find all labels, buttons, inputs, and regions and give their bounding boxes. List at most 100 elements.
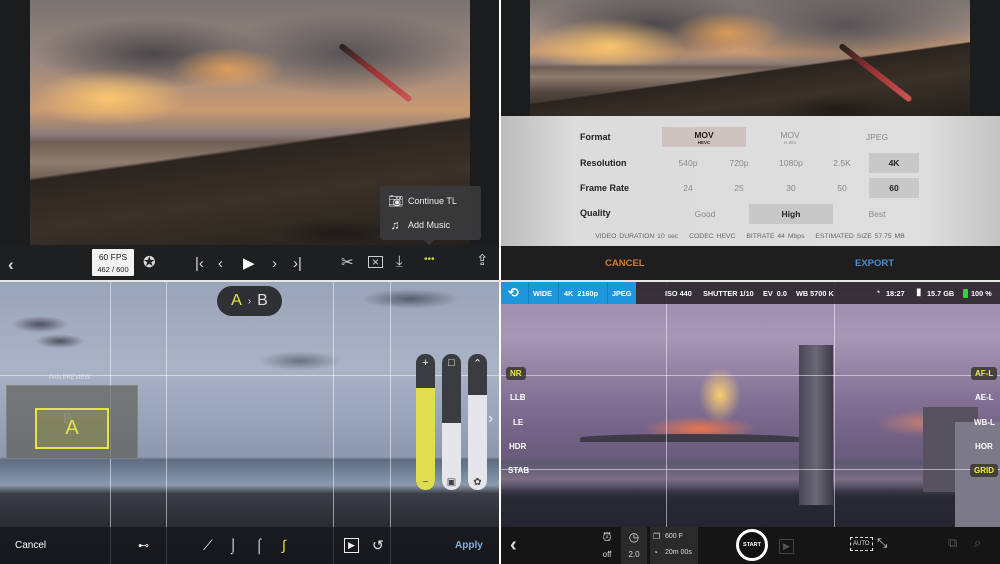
format-option-jpeg[interactable]: JPEG <box>835 127 919 147</box>
stab-toggle[interactable]: STAB <box>504 464 533 477</box>
building <box>955 422 1000 532</box>
duration-control[interactable]: ❐ 600 F ◔ 20m 00s <box>650 527 698 564</box>
gallery-icon[interactable]: ▶ <box>779 539 794 554</box>
share-icon[interactable]: ⇪ <box>476 253 489 268</box>
duration-summary: VIDEO DURATION 10 sec <box>595 233 678 240</box>
resolution-label: Resolution <box>580 158 627 168</box>
bitrate-value: 44 Mbps <box>777 233 805 240</box>
apply-button[interactable]: Apply <box>455 540 483 551</box>
delete-frames-icon[interactable]: × <box>368 256 383 268</box>
cancel-button[interactable]: CANCEL <box>605 258 645 269</box>
quality-option-high[interactable]: High <box>749 204 833 224</box>
white-balance-readout[interactable]: WB 5700 K <box>796 289 834 298</box>
resolution-option-4k[interactable]: 4K <box>869 153 919 173</box>
flower-macro-icon: ✿ <box>473 477 482 488</box>
resolution-option-720p[interactable]: 720p <box>715 153 763 173</box>
focus-slider-fill <box>468 394 487 490</box>
divider <box>558 282 559 304</box>
resolution-option-540p[interactable]: 540p <box>664 153 712 173</box>
lens-selector[interactable]: WIDE <box>533 289 552 298</box>
frame-rate-option-25[interactable]: 25 <box>715 178 763 198</box>
frame-rate-option-60[interactable]: 60 <box>869 178 919 198</box>
ease-in-out-curve-icon[interactable]: ∫ <box>282 537 286 553</box>
back-chevron-icon[interactable]: ‹ <box>510 534 517 557</box>
format-selector[interactable]: JPEG <box>612 289 631 298</box>
le-toggle[interactable]: LE <box>509 416 527 429</box>
self-timer-control[interactable]: ⏰︎ off <box>596 527 618 564</box>
frame-rate-option-24[interactable]: 24 <box>664 178 712 198</box>
save-icon[interactable]: ⤓ <box>396 254 403 269</box>
divider <box>528 282 529 304</box>
shutter-readout[interactable]: SHUTTER 1/10 <box>703 289 754 298</box>
frame-size-slider[interactable]: □ ▣ <box>442 354 461 490</box>
export-button[interactable]: EXPORT <box>855 258 894 269</box>
frame-rate-option-50[interactable]: 50 <box>818 178 866 198</box>
ae-lock-toggle[interactable]: AE-L <box>971 391 998 404</box>
expand-collapse-icon[interactable]: ⤡ <box>877 535 887 551</box>
focus-slider[interactable]: ⌃ ✿ <box>468 354 487 490</box>
format-option-mov-h264[interactable]: MOV H.264 <box>748 127 832 147</box>
minus-icon: − <box>422 477 429 488</box>
horizon-toggle[interactable]: HOR <box>971 440 997 453</box>
reset-icon[interactable]: ↺ <box>372 537 384 554</box>
quality-option-best[interactable]: Best <box>836 204 918 224</box>
grid-line <box>500 375 1000 376</box>
dumbbell-icon[interactable]: ⊷ <box>138 539 149 552</box>
grid-line <box>834 282 835 564</box>
cancel-button[interactable]: Cancel <box>15 540 46 551</box>
clock-icon: ◔ <box>875 287 881 297</box>
resolution-option-2-5k[interactable]: 2.5K <box>818 153 866 173</box>
sunset-video-preview <box>530 0 970 116</box>
codec-value: HEVC <box>716 233 736 240</box>
back-chevron-icon[interactable]: ‹ <box>8 256 14 273</box>
camera-bottom-bar: ‹ ⏰︎ off ◷ 2.0 ❐ 600 F ◔ 20m 00s START ▶… <box>500 527 1000 564</box>
start-button[interactable]: START <box>736 529 768 561</box>
auto-focus-icon[interactable]: AUTO <box>850 537 873 551</box>
switch-camera-icon[interactable]: ⟲ <box>508 285 519 301</box>
a-to-b-toggle[interactable]: A › B <box>217 286 282 316</box>
ease-out-curve-icon[interactable]: ⌠ <box>255 537 263 553</box>
frame-rate-option-30[interactable]: 30 <box>767 178 815 198</box>
popup-item-continue-tl[interactable]: 📷︎ Continue TL <box>388 194 457 208</box>
quadrant-divider-horizontal <box>0 280 1000 282</box>
grid-line <box>390 282 391 564</box>
ev-readout[interactable]: EV 0.0 <box>763 289 787 298</box>
fps-frame-counter[interactable]: 60 FPS 462 / 600 <box>92 249 134 276</box>
linear-curve-icon[interactable]: ⟋ <box>203 537 213 554</box>
pan-zoom-editor-panel: A › B PAN PREVIEW B A + − □ ▣ ⌃ ✿ › Canc… <box>0 282 500 564</box>
step-back-icon[interactable]: ‹ <box>218 256 223 271</box>
camera-capture-panel: ⟲ WIDE 4K 2160p JPEG ISO 440 SHUTTER 1/1… <box>500 282 1000 564</box>
format-option-mov-hevc[interactable]: MOV HEVC <box>662 127 746 147</box>
grid-toggle[interactable]: GRID <box>970 464 998 477</box>
size-label: ESTIMATED SIZE <box>815 233 872 240</box>
more-icon[interactable]: ••• <box>424 255 435 265</box>
nr-toggle[interactable]: NR <box>506 367 526 380</box>
skip-to-end-icon[interactable]: ›| <box>293 256 302 271</box>
stopwatch-icon: ◷ <box>628 530 640 544</box>
bitrate-label: BITRATE <box>746 233 775 240</box>
trim-icon[interactable]: ✂ <box>341 255 354 270</box>
quality-option-good[interactable]: Good <box>664 204 746 224</box>
zoom-slider[interactable]: + − <box>416 354 435 490</box>
popup-item-add-music[interactable]: ♫ Add Music <box>388 218 451 232</box>
iso-readout[interactable]: ISO 440 <box>665 289 692 298</box>
play-icon[interactable]: ▶ <box>243 256 255 271</box>
af-lock-toggle[interactable]: AF-L <box>971 367 998 380</box>
play-preview-icon[interactable]: ▶ <box>344 538 359 553</box>
step-forward-icon[interactable]: › <box>272 256 277 271</box>
chevron-right-icon[interactable]: › <box>488 410 493 428</box>
search-icon[interactable]: ⌕ <box>974 535 981 551</box>
interval-control[interactable]: ◷ 2.0 <box>621 527 647 564</box>
crop-icon[interactable]: ⧉ <box>948 535 957 551</box>
duration-icon: ◔ <box>653 548 658 557</box>
pan-frame-a[interactable]: A <box>35 408 109 449</box>
stabilize-icon[interactable]: ✪ <box>143 255 156 270</box>
duration-value: 10 sec <box>657 233 679 240</box>
resolution-selector[interactable]: 4K 2160p <box>564 289 598 298</box>
ease-in-curve-icon[interactable]: ⌡ <box>229 537 237 553</box>
llb-toggle[interactable]: LLB <box>506 391 530 404</box>
skip-to-start-icon[interactable]: |‹ <box>195 256 204 271</box>
wb-lock-toggle[interactable]: WB-L <box>970 416 999 429</box>
hdr-toggle[interactable]: HDR <box>505 440 530 453</box>
resolution-option-1080p[interactable]: 1080p <box>767 153 815 173</box>
